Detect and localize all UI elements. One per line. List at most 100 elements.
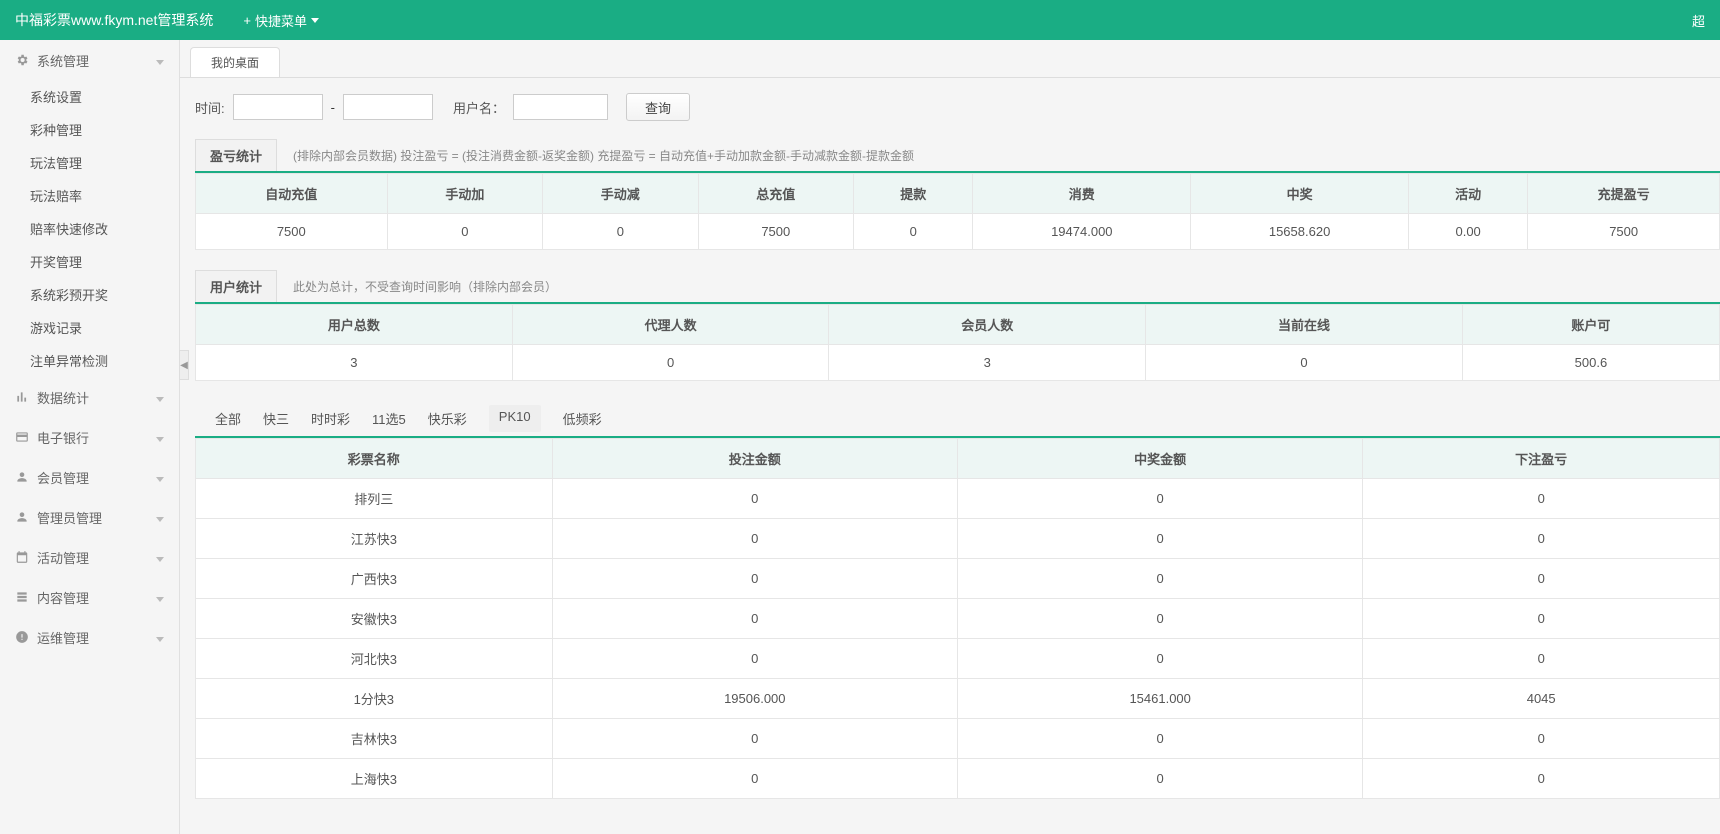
submenu-item-0-7[interactable]: 游戏记录 — [0, 311, 179, 344]
menu-group-label: 数据统计 — [37, 388, 89, 407]
table-row: 江苏快3000 — [196, 519, 1720, 559]
menu-icon — [15, 550, 29, 564]
lottery-cell: 上海快3 — [196, 759, 553, 799]
lottery-cell: 0 — [552, 599, 957, 639]
lottery-cell: 安徽快3 — [196, 599, 553, 639]
lottery-tab-6[interactable]: 低频彩 — [563, 409, 602, 428]
submenu-item-0-2[interactable]: 玩法管理 — [0, 146, 179, 179]
submenu-item-0-5[interactable]: 开奖管理 — [0, 245, 179, 278]
lottery-cell: 排列三 — [196, 479, 553, 519]
table-row: 河北快3000 — [196, 639, 1720, 679]
table-row: 广西快3000 — [196, 559, 1720, 599]
chevron-down-icon — [156, 550, 164, 565]
user-cell: 0 — [1146, 345, 1463, 381]
chevron-down-icon — [156, 430, 164, 445]
date-sep: - — [331, 100, 335, 115]
profit-col-header: 手动加 — [387, 174, 542, 214]
lottery-tab-2[interactable]: 时时彩 — [311, 409, 350, 428]
quick-menu-button[interactable]: + 快捷菜单 — [243, 11, 319, 30]
lottery-cell: 0 — [552, 519, 957, 559]
user-cell: 500.6 — [1462, 345, 1719, 381]
section-profit-head: 盈亏统计 (排除内部会员数据) 投注盈亏 = (投注消费金额-返奖金额) 充提盈… — [195, 139, 1720, 171]
topbar-right[interactable]: 超 — [1692, 11, 1705, 30]
profit-table-wrap: 自动充值手动加手动减总充值提款消费中奖活动充提盈亏 75000075000194… — [195, 171, 1720, 250]
username-input[interactable] — [513, 94, 608, 120]
lottery-cell: 1分快3 — [196, 679, 553, 719]
user-col-header: 会员人数 — [829, 305, 1146, 345]
lottery-cell: 0 — [1363, 639, 1720, 679]
menu-group-3[interactable]: 会员管理 — [0, 457, 179, 497]
menu-group-4[interactable]: 管理员管理 — [0, 497, 179, 537]
lottery-type-tabs: 全部 快三 时时彩 11选5 快乐彩 PK10 低频彩 — [195, 401, 1720, 436]
filter-row: 时间: - 用户名： 查询 — [195, 93, 1720, 121]
table-row: 上海快3000 — [196, 759, 1720, 799]
menu-group-label: 会员管理 — [37, 468, 89, 487]
menu-group-label: 系统管理 — [37, 51, 89, 70]
menu-icon — [15, 630, 29, 644]
main-area: 我的桌面 时间: - 用户名： 查询 盈亏统计 (排除内部会员数据) 投注盈亏 … — [180, 40, 1720, 834]
submenu-item-0-3[interactable]: 玩法赔率 — [0, 179, 179, 212]
lottery-tab-0[interactable]: 全部 — [215, 409, 241, 428]
menu-icon — [15, 390, 29, 404]
menu-group-0[interactable]: 系统管理 — [0, 40, 179, 80]
menu-icon — [15, 590, 29, 604]
user-col-header: 当前在线 — [1146, 305, 1463, 345]
lottery-cell: 0 — [957, 639, 1362, 679]
submenu-item-0-6[interactable]: 系统彩预开奖 — [0, 278, 179, 311]
profit-cell: 0 — [543, 214, 698, 250]
lottery-cell: 江苏快3 — [196, 519, 553, 559]
menu-group-6[interactable]: 内容管理 — [0, 577, 179, 617]
query-button[interactable]: 查询 — [626, 93, 690, 121]
lottery-tab-3[interactable]: 11选5 — [372, 409, 406, 428]
lottery-col-header: 中奖金额 — [957, 439, 1362, 479]
table-row: 吉林快3000 — [196, 719, 1720, 759]
submenu-item-0-4[interactable]: 赔率快速修改 — [0, 212, 179, 245]
date-to-input[interactable] — [343, 94, 433, 120]
menu-group-label: 活动管理 — [37, 548, 89, 567]
chevron-down-icon — [156, 590, 164, 605]
menu-group-1[interactable]: 数据统计 — [0, 377, 179, 417]
section-profit-tag: 盈亏统计 — [195, 139, 277, 171]
tab-desktop[interactable]: 我的桌面 — [190, 47, 280, 77]
sidebar-collapse-toggle[interactable]: ◀ — [179, 350, 189, 380]
submenu-item-0-8[interactable]: 注单异常检测 — [0, 344, 179, 377]
lottery-tab-1[interactable]: 快三 — [263, 409, 289, 428]
profit-cell: 0 — [854, 214, 973, 250]
profit-cell: 0.00 — [1408, 214, 1527, 250]
profit-col-header: 消费 — [973, 174, 1191, 214]
menu-group-5[interactable]: 活动管理 — [0, 537, 179, 577]
submenu-item-0-1[interactable]: 彩种管理 — [0, 113, 179, 146]
table-row: 安徽快3000 — [196, 599, 1720, 639]
submenu-item-0-0[interactable]: 系统设置 — [0, 80, 179, 113]
user-cell: 0 — [512, 345, 829, 381]
date-from-input[interactable] — [233, 94, 323, 120]
profit-col-header: 提款 — [854, 174, 973, 214]
lottery-cell: 15461.000 — [957, 679, 1362, 719]
user-table-wrap: 用户总数代理人数会员人数当前在线账户可 3030500.6 — [195, 302, 1720, 381]
lottery-table: 彩票名称投注金额中奖金额下注盈亏 排列三000江苏快3000广西快3000安徽快… — [195, 438, 1720, 799]
profit-cell: 7500 — [1528, 214, 1720, 250]
profit-col-header: 活动 — [1408, 174, 1527, 214]
menu-group-2[interactable]: 电子银行 — [0, 417, 179, 457]
lottery-cell: 0 — [1363, 479, 1720, 519]
menu-icon — [15, 470, 29, 484]
menu-group-7[interactable]: 运维管理 — [0, 617, 179, 657]
lottery-cell: 4045 — [1363, 679, 1720, 719]
time-label: 时间: — [195, 98, 225, 117]
lottery-cell: 0 — [957, 479, 1362, 519]
lottery-tab-4[interactable]: 快乐彩 — [428, 409, 467, 428]
lottery-cell: 0 — [957, 759, 1362, 799]
plus-icon: + — [243, 13, 251, 28]
brand-title: 中福彩票www.fkym.net管理系统 — [15, 10, 213, 30]
profit-cell: 15658.620 — [1191, 214, 1409, 250]
profit-col-header: 手动减 — [543, 174, 698, 214]
table-row: 1分快319506.00015461.0004045 — [196, 679, 1720, 719]
user-col-header: 用户总数 — [196, 305, 513, 345]
lottery-col-header: 下注盈亏 — [1363, 439, 1720, 479]
menu-icon — [15, 510, 29, 524]
profit-cell: 19474.000 — [973, 214, 1191, 250]
chevron-down-icon — [156, 630, 164, 645]
chevron-down-icon — [156, 510, 164, 525]
topbar: 中福彩票www.fkym.net管理系统 + 快捷菜单 超 — [0, 0, 1720, 40]
lottery-tab-5[interactable]: PK10 — [489, 405, 541, 432]
